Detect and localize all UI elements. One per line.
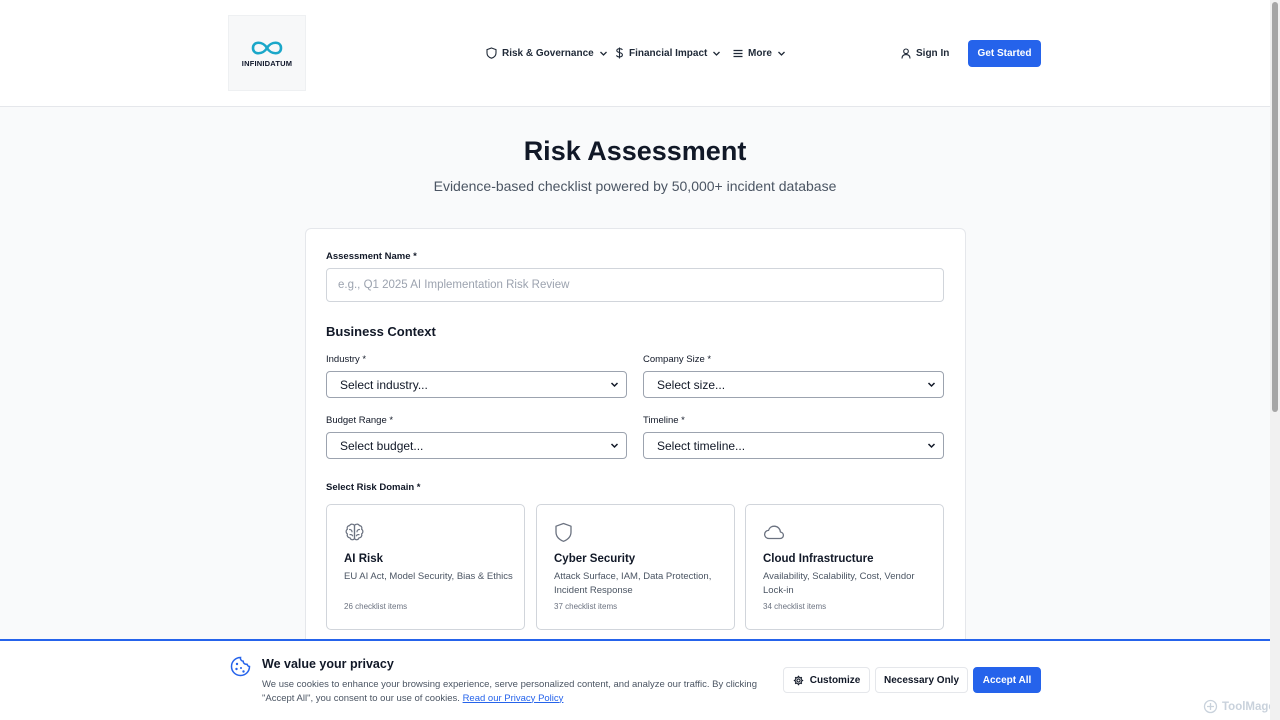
nav-more[interactable]: More	[733, 44, 786, 62]
nav-financial-impact[interactable]: Financial Impact	[615, 44, 721, 62]
budget-select[interactable]: Select budget...	[326, 432, 627, 459]
get-started-button[interactable]: Get Started	[968, 40, 1041, 67]
domain-card-ai-risk[interactable]: AI Risk EU AI Act, Model Security, Bias …	[326, 504, 525, 630]
domain-card-cyber-security[interactable]: Cyber Security Attack Surface, IAM, Data…	[536, 504, 735, 630]
cookie-title: We value your privacy	[262, 657, 394, 671]
user-icon	[901, 47, 911, 59]
infinity-logo-icon	[251, 40, 283, 55]
assessment-name-input[interactable]	[326, 268, 944, 302]
watermark-text: ToolMage	[1222, 700, 1275, 713]
chevron-down-icon	[610, 382, 619, 388]
domain-description: Attack Surface, IAM, Data Protection, In…	[554, 571, 712, 596]
sign-in-link[interactable]: Sign In	[901, 44, 949, 62]
logo-text: INFINIDATUM	[241, 58, 293, 68]
accept-all-button[interactable]: Accept All	[973, 667, 1041, 693]
assessment-name-label: Assessment Name *	[326, 251, 417, 262]
menu-icon	[733, 49, 743, 57]
timeline-select-value: Select timeline...	[657, 438, 746, 453]
industry-select-value: Select industry...	[340, 377, 428, 392]
domain-item-count: 34 checklist items	[763, 602, 827, 611]
budget-label: Budget Range *	[326, 415, 394, 426]
industry-select[interactable]: Select industry...	[326, 371, 627, 398]
chevron-down-icon	[713, 51, 721, 56]
company-size-label: Company Size *	[643, 354, 712, 365]
nav-risk-governance[interactable]: Risk & Governance	[486, 44, 608, 62]
sign-in-label: Sign In	[916, 47, 950, 59]
customize-button[interactable]: Customize	[783, 667, 870, 693]
domain-title: Cloud Infrastructure	[763, 553, 874, 565]
domain-item-count: 37 checklist items	[554, 602, 618, 611]
necessary-only-button[interactable]: Necessary Only	[875, 667, 968, 693]
domain-card-cloud-infrastructure[interactable]: Cloud Infrastructure Availability, Scala…	[745, 504, 944, 630]
watermark: ToolMage	[1203, 699, 1275, 714]
site-header: INFINIDATUM Risk & Governance Financial …	[0, 0, 1270, 107]
page-title: Risk Assessment	[523, 136, 747, 166]
risk-domain-label: Select Risk Domain *	[326, 482, 421, 493]
timeline-label: Timeline *	[643, 415, 685, 426]
domain-item-count: 26 checklist items	[344, 602, 408, 611]
nav-more-label: More	[748, 47, 772, 59]
dollar-icon	[615, 47, 623, 59]
domain-title: AI Risk	[344, 553, 383, 565]
watermark-logo-icon	[1203, 699, 1218, 714]
scrollbar[interactable]	[1270, 0, 1280, 720]
company-size-select-value: Select size...	[657, 377, 726, 392]
timeline-select[interactable]: Select timeline...	[643, 432, 944, 459]
chevron-down-icon	[610, 443, 619, 449]
brain-icon	[345, 523, 364, 541]
budget-select-value: Select budget...	[340, 438, 424, 453]
cookie-description: We use cookies to enhance your browsing …	[262, 678, 762, 705]
industry-label: Industry *	[326, 354, 367, 365]
nav-risk-label: Risk & Governance	[502, 47, 594, 59]
scrollbar-thumb[interactable]	[1272, 2, 1278, 412]
privacy-policy-link[interactable]: Read our Privacy Policy	[463, 693, 564, 704]
chevron-down-icon	[599, 51, 607, 56]
page-subtitle: Evidence-based checklist powered by 50,0…	[433, 178, 837, 194]
logo[interactable]: INFINIDATUM	[228, 15, 306, 91]
gear-icon	[793, 675, 803, 685]
shield-icon	[486, 47, 497, 59]
cloud-icon	[763, 525, 785, 540]
chevron-down-icon	[927, 443, 936, 449]
company-size-select[interactable]: Select size...	[643, 371, 944, 398]
chevron-down-icon	[927, 382, 936, 388]
domain-title: Cyber Security	[554, 553, 636, 565]
nav-financial-label: Financial Impact	[629, 47, 708, 59]
shield-icon	[555, 522, 572, 542]
domain-description: EU AI Act, Model Security, Bias & Ethics	[344, 571, 513, 582]
domain-description: Availability, Scalability, Cost, Vendor …	[763, 571, 915, 596]
business-context-heading: Business Context	[326, 324, 436, 339]
chevron-down-icon	[777, 51, 785, 56]
customize-label: Customize	[809, 674, 861, 686]
cookie-icon	[230, 656, 251, 677]
